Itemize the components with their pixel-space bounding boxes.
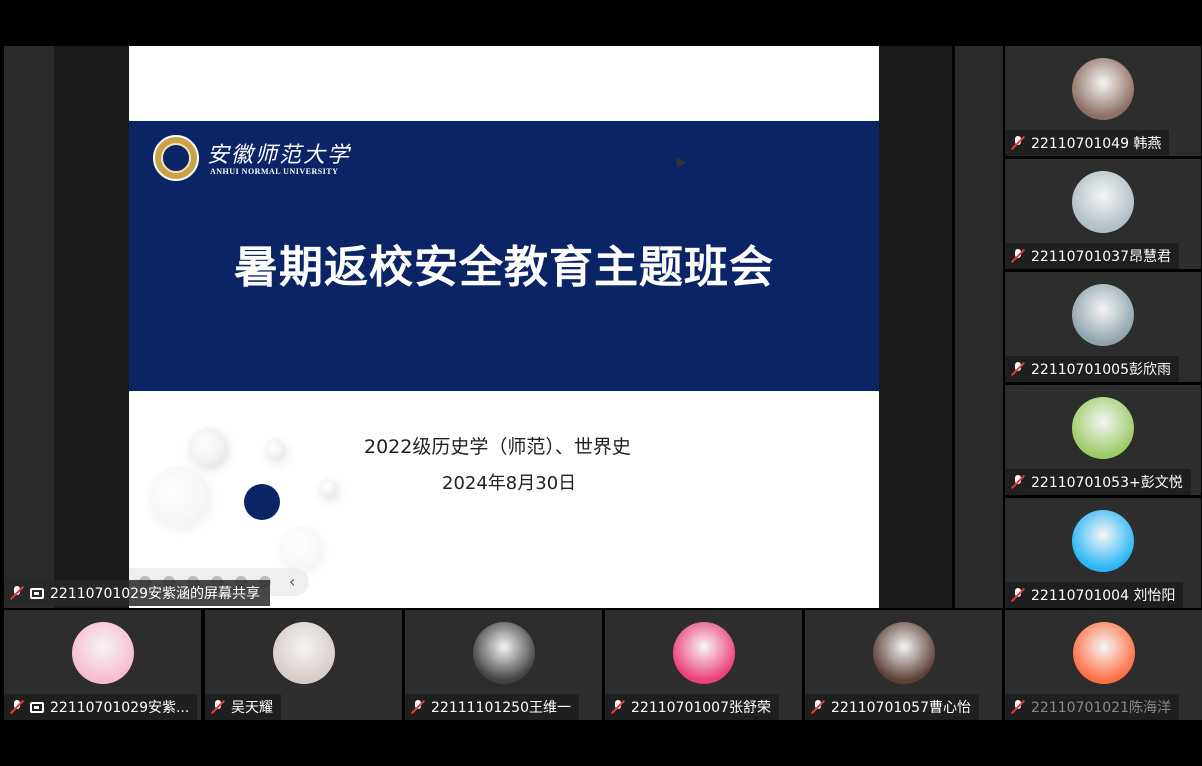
decor-navy-dot [244, 484, 280, 520]
participant-tile[interactable]: 22110701004 刘怡阳 [1005, 498, 1201, 608]
university-seal-logo [153, 135, 199, 181]
mic-muted-icon [210, 699, 226, 715]
screen-share-label-text: 22110701029安紫涵的屏幕共享 [50, 586, 260, 602]
participant-name: 22110701005彭欣雨 [1031, 362, 1171, 378]
screen-share-icon [30, 587, 44, 599]
chevron-left-icon[interactable]: ‹ [289, 572, 295, 591]
participant-name-label: 22110701057曹心怡 [805, 694, 979, 720]
avatar [1073, 622, 1135, 684]
mic-muted-icon [1010, 135, 1026, 151]
participant-name: 22110701053+彭文悦 [1031, 475, 1183, 491]
avatar [1072, 397, 1134, 459]
mic-muted-icon [1010, 248, 1026, 264]
avatar [1072, 58, 1134, 120]
mic-muted-icon [1010, 474, 1026, 490]
participant-name: 22110701037昂慧君 [1031, 249, 1171, 265]
participant-name-label: 22110701007张舒荣 [605, 694, 779, 720]
participant-tile[interactable]: 吴天耀 [205, 610, 402, 720]
participant-tile[interactable]: 22110701007张舒荣 [605, 610, 802, 720]
avatar [1072, 171, 1134, 233]
screen-share-label: 22110701029安紫涵的屏幕共享 [4, 580, 270, 606]
avatar [673, 622, 735, 684]
participant-tile[interactable]: 22110701029安紫... [4, 610, 201, 720]
share-padding-right [955, 46, 1003, 608]
decor-bubble [279, 526, 323, 570]
participant-tile[interactable]: 22110701049 韩燕 [1005, 46, 1201, 156]
decor-bubble [319, 479, 337, 497]
avatar [1072, 510, 1134, 572]
participant-tile[interactable]: 22111101250王维一 [405, 610, 602, 720]
participant-name: 22110701057曹心怡 [831, 700, 971, 716]
avatar [1072, 284, 1134, 346]
presentation-slide: 安徽师范大学 ANHUI NORMAL UNIVERSITY 暑期返校安全教育主… [129, 46, 879, 608]
participant-name-label: 22110701049 韩燕 [1005, 130, 1170, 156]
participant-name: 22110701021陈海洋 [1031, 700, 1171, 716]
university-name-cn: 安徽师范大学 [207, 143, 352, 168]
participant-name-label: 22110701005彭欣雨 [1005, 356, 1179, 382]
participant-tile[interactable]: 22110701037昂慧君 [1005, 159, 1201, 269]
mic-muted-icon [810, 699, 826, 715]
participant-tile[interactable]: 22110701057曹心怡 [805, 610, 1002, 720]
decor-bubble [149, 466, 209, 526]
participant-tile[interactable]: 22110701021陈海洋 [1005, 610, 1202, 720]
participant-name: 22111101250王维一 [431, 700, 571, 716]
mic-muted-icon [410, 699, 426, 715]
participant-name: 22110701049 韩燕 [1031, 136, 1162, 152]
mic-muted-icon [610, 699, 626, 715]
slide-title: 暑期返校安全教育主题班会 [234, 242, 774, 293]
mic-muted-icon [1010, 361, 1026, 377]
participant-name: 吴天耀 [231, 700, 273, 716]
slide-banner: 安徽师范大学 ANHUI NORMAL UNIVERSITY 暑期返校安全教育主… [129, 121, 879, 391]
participant-name: 22110701004 刘怡阳 [1031, 588, 1176, 604]
participant-name: 22110701007张舒荣 [631, 700, 771, 716]
participant-name-label: 22111101250王维一 [405, 694, 579, 720]
participant-tile[interactable]: 22110701005彭欣雨 [1005, 272, 1201, 382]
avatar [72, 622, 134, 684]
university-name-en: ANHUI NORMAL UNIVERSITY [210, 167, 339, 176]
decor-bubble [189, 428, 227, 466]
avatar [873, 622, 935, 684]
participant-name-label: 22110701029安紫... [4, 694, 198, 720]
participant-tile[interactable]: 22110701053+彭文悦 [1005, 385, 1201, 495]
participant-name-label: 22110701021陈海洋 [1005, 694, 1179, 720]
mic-muted-icon [9, 699, 25, 715]
share-padding-left [4, 46, 54, 608]
participant-name-label: 22110701037昂慧君 [1005, 243, 1179, 269]
avatar [473, 622, 535, 684]
screen-share-icon [30, 701, 44, 713]
participant-name-label: 22110701004 刘怡阳 [1005, 582, 1184, 608]
participant-name: 22110701029安紫... [50, 700, 190, 716]
slide-date: 2024年8月30日 [442, 473, 577, 494]
decor-bubble [265, 439, 285, 459]
mic-muted-icon [1010, 587, 1026, 603]
avatar [273, 622, 335, 684]
participant-name-label: 22110701053+彭文悦 [1005, 469, 1191, 495]
mic-muted-icon [9, 585, 25, 601]
participant-name-label: 吴天耀 [205, 694, 281, 720]
slide-subtitle: 2022级历史学（师范）、世界史 [364, 436, 631, 458]
mic-muted-icon [1010, 699, 1026, 715]
